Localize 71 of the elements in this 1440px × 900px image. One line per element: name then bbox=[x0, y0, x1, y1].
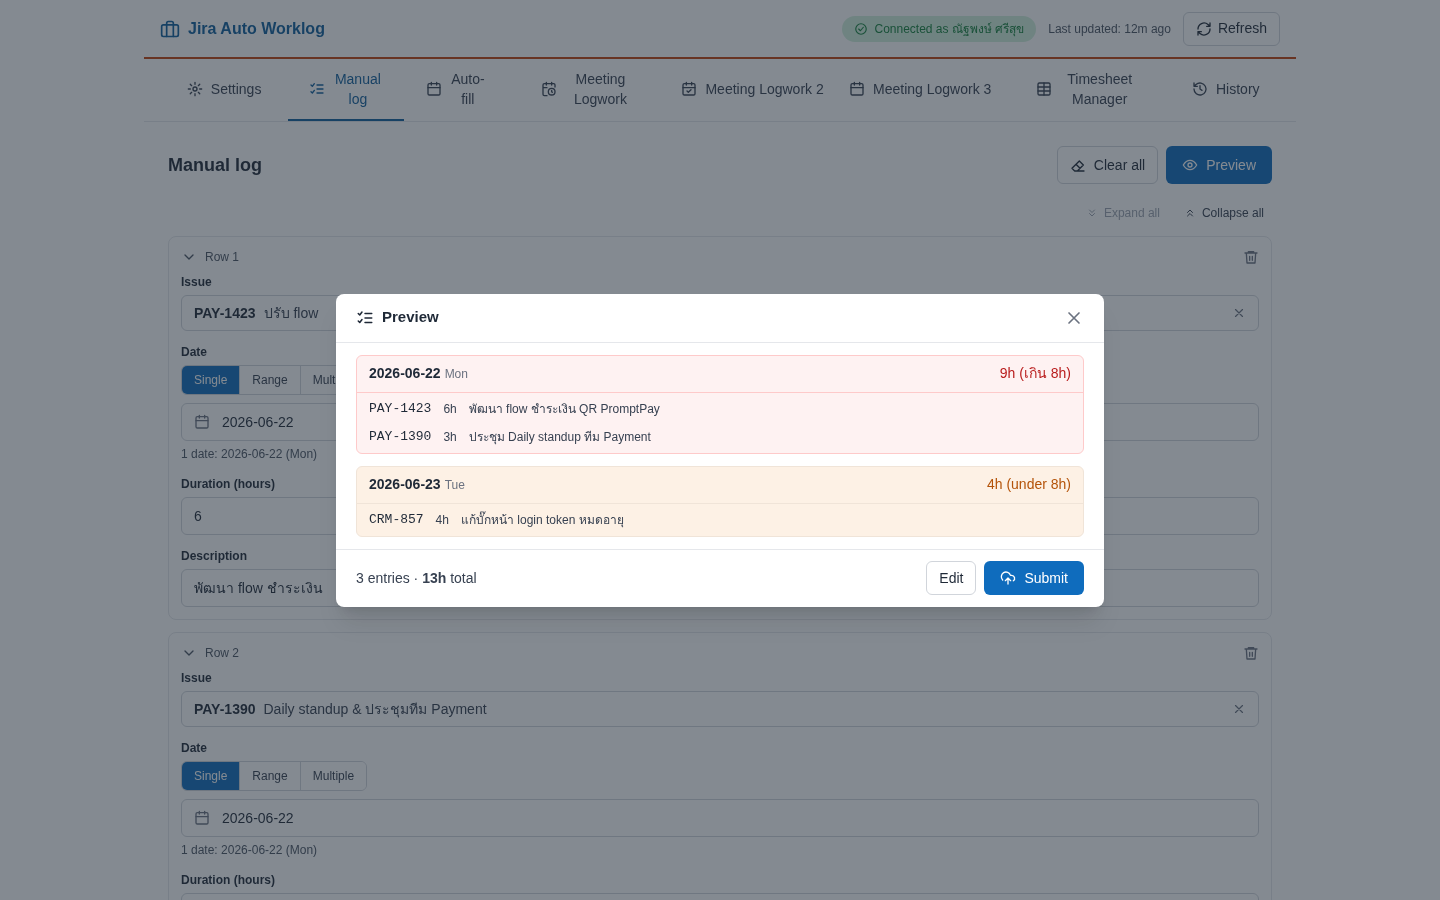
entry-hours: 3h bbox=[443, 428, 457, 446]
cloud-upload-icon bbox=[1000, 570, 1017, 586]
entry-key: PAY-1390 bbox=[369, 426, 432, 447]
trash-icon[interactable] bbox=[1243, 645, 1259, 661]
tab[interactable]: Timesheet Manager bbox=[1003, 59, 1172, 121]
calendar-icon bbox=[194, 414, 210, 430]
calendar-icon bbox=[425, 81, 442, 97]
entry-hours: 4h bbox=[435, 511, 449, 529]
close-icon bbox=[1232, 702, 1246, 716]
close-icon bbox=[1232, 306, 1246, 320]
day-total: 9h (เกิน 8h) bbox=[999, 364, 1071, 383]
page-title: Manual log bbox=[168, 153, 263, 177]
field-label: Duration (hours) bbox=[181, 476, 275, 493]
tab[interactable]: Meeting Logwork 2 bbox=[668, 59, 837, 121]
row-toggle[interactable]: Row 1 bbox=[181, 248, 239, 266]
eye-icon bbox=[1182, 157, 1199, 173]
date-mode-tab[interactable]: Single bbox=[182, 366, 240, 394]
calendar-icon bbox=[194, 810, 210, 826]
dialog-title: Preview bbox=[382, 307, 440, 328]
tab[interactable]: Meeting Logwork bbox=[508, 59, 669, 121]
tab[interactable]: Settings bbox=[160, 59, 289, 121]
calendar-check-icon bbox=[681, 81, 698, 97]
edit-button[interactable]: Edit bbox=[926, 561, 977, 595]
day-weekday: Mon bbox=[444, 365, 469, 383]
day-weekday: Tue bbox=[444, 476, 466, 494]
refresh-button[interactable]: Refresh bbox=[1182, 11, 1280, 46]
trash-icon[interactable] bbox=[1243, 249, 1259, 265]
eraser-icon bbox=[1069, 157, 1086, 173]
entry-description: แก้บั๊กหน้า login token หมดอายุ bbox=[460, 510, 624, 529]
date-field[interactable]: 2026-06-22 bbox=[181, 799, 1259, 837]
day-date: 2026-06-22 bbox=[369, 364, 441, 383]
entries-summary: 3 entries · 13h total bbox=[356, 568, 478, 588]
date-mode-tab[interactable]: Single bbox=[182, 762, 240, 790]
history-icon bbox=[1192, 81, 1208, 97]
last-updated-text: Last updated: 12m ago bbox=[1048, 20, 1171, 38]
tab[interactable]: Auto-fill bbox=[403, 59, 509, 121]
date-note: 1 date: 2026-06-22 (Mon) bbox=[181, 842, 318, 859]
field-label: Issue bbox=[181, 274, 212, 291]
day-date: 2026-06-23 bbox=[369, 475, 441, 494]
field-label: Date bbox=[181, 344, 207, 361]
collapse-all-button[interactable]: Collapse all bbox=[1183, 204, 1264, 222]
connection-badge: Connected as ณัฐพงษ์ ศรีสุข bbox=[842, 15, 1037, 42]
entry-key: PAY-1423 bbox=[369, 398, 432, 419]
calendar-icon bbox=[849, 81, 865, 97]
checklist-icon bbox=[308, 81, 325, 97]
check-circle-icon bbox=[854, 21, 869, 36]
table-icon bbox=[1035, 81, 1052, 97]
issue-field[interactable]: PAY-1390 Daily standup & ประชุมทีม Payment bbox=[181, 691, 1259, 727]
field-label: Date bbox=[181, 740, 207, 757]
entry-description: ประชุม Daily standup ทีม Payment bbox=[468, 428, 651, 446]
field-label: Duration (hours) bbox=[181, 872, 275, 889]
date-note: 1 date: 2026-06-22 (Mon) bbox=[181, 446, 318, 463]
entry-description: พัฒนา flow ชำระเงิน QR PromptPay bbox=[468, 400, 660, 418]
briefcase-icon bbox=[160, 18, 180, 39]
tab[interactable]: Manual log bbox=[288, 59, 404, 121]
day-total: 4h (under 8h) bbox=[986, 475, 1071, 494]
refresh-icon bbox=[1195, 20, 1212, 37]
field-label: Description bbox=[181, 548, 247, 565]
tab[interactable]: History bbox=[1171, 59, 1281, 121]
clear-all-button[interactable]: Clear all bbox=[1056, 146, 1159, 184]
tab[interactable]: Meeting Logwork 3 bbox=[836, 59, 1004, 121]
date-mode-tab[interactable]: Multiple bbox=[299, 762, 367, 790]
entry-hours: 6h bbox=[443, 400, 457, 418]
submit-button[interactable]: Submit bbox=[984, 561, 1084, 595]
gear-icon bbox=[186, 81, 203, 97]
row-toggle[interactable]: Row 2 bbox=[181, 644, 239, 662]
entry-key: CRM-857 bbox=[369, 509, 424, 530]
preview-button[interactable]: Preview bbox=[1166, 146, 1272, 184]
app-title: Jira Auto Worklog bbox=[188, 18, 325, 39]
calendar-clock-icon bbox=[541, 81, 558, 97]
field-label: Issue bbox=[181, 670, 212, 687]
